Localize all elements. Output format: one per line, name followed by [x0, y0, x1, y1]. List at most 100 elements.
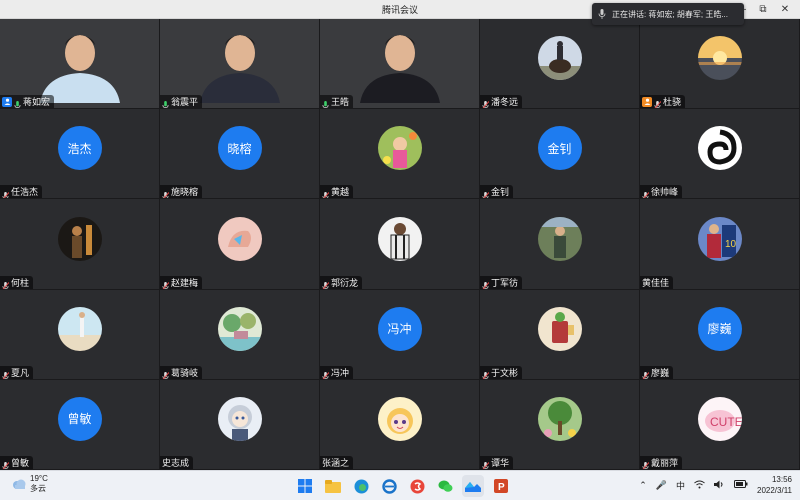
participant-tile[interactable]: 黄越: [320, 109, 480, 200]
avatar: 晓榕: [217, 126, 262, 171]
participant-tile[interactable]: 浩杰 任浩杰: [0, 109, 160, 200]
avatar: 廖巍: [697, 306, 742, 351]
participant-name: 丁军彷: [491, 277, 519, 288]
participant-tile[interactable]: 史志成: [160, 379, 320, 470]
wechat-icon[interactable]: [434, 475, 456, 497]
restore-icon[interactable]: ⧉: [752, 0, 774, 19]
participant-tile[interactable]: 金钊 金钊: [480, 109, 640, 200]
weather-temp: 19°C: [30, 474, 48, 483]
volume-icon[interactable]: [714, 480, 725, 491]
participant-tile[interactable]: 潘冬远: [480, 19, 640, 110]
microphone-muted-icon: [322, 278, 330, 289]
name-tag: 何柱: [0, 275, 34, 289]
participant-video: [195, 23, 285, 108]
participant-tile[interactable]: 于文彬: [480, 289, 640, 380]
cartoon-girl-avatar: [377, 396, 422, 441]
microphone-muted-icon: [162, 278, 170, 289]
taskbar: 19°C 多云 P ⌃ 🎤 中 13:56 2022/3/11: [0, 470, 800, 500]
participant-tile[interactable]: 曾敏 曾敏: [0, 379, 160, 470]
name-tag: 黄越: [320, 185, 354, 199]
participant-tile[interactable]: 夏凡: [0, 289, 160, 380]
participant-name: 黄佳佳: [642, 277, 670, 288]
sogou-icon[interactable]: [406, 475, 428, 497]
participant-name: 史志成: [162, 457, 190, 468]
participant-name: 冯冲: [331, 367, 350, 378]
name-tag: 冯冲: [320, 365, 354, 379]
participant-tile[interactable]: 丁军彷: [480, 199, 640, 290]
weather-widget[interactable]: 19°C 多云: [12, 474, 48, 494]
participant-video: [355, 23, 445, 108]
name-tag: 徐帅峰: [640, 185, 683, 199]
microphone-muted-icon: [162, 368, 170, 379]
participant-name: 王皓: [331, 97, 350, 108]
name-tag: 任浩杰: [0, 185, 43, 199]
participant-tile[interactable]: 徐帅峰: [640, 109, 800, 200]
participant-tile[interactable]: 冯冲 冯冲: [320, 289, 480, 380]
participant-tile[interactable]: 廖巍 廖巍: [640, 289, 800, 380]
participant-name: 何柱: [11, 277, 30, 288]
participant-tile[interactable]: 蒋如宏: [0, 19, 160, 110]
participant-tile[interactable]: 葛骑岐: [160, 289, 320, 380]
name-tag: 杜骁: [640, 95, 686, 109]
participant-tile[interactable]: 晓榕 施晓榕: [160, 109, 320, 200]
speaking-text: 正在讲话: 蒋如宏; 胡春军; 王皓...: [612, 9, 729, 19]
name-tag: 黄佳佳: [640, 275, 674, 289]
name-tag: 葛骑岐: [160, 365, 203, 379]
jersey-player-avatar: [377, 216, 422, 261]
microphone-tray-icon[interactable]: 🎤: [656, 480, 667, 491]
avatar: 曾敏: [57, 396, 102, 441]
clock-date: 2022/3/11: [757, 486, 792, 495]
participant-tile[interactable]: 谭华: [480, 379, 640, 470]
ime-indicator[interactable]: 中: [676, 479, 685, 492]
tencent-meeting-icon[interactable]: [462, 475, 484, 497]
meeting-window: 腾讯会议 — ⧉ ✕ 正在讲话: 蒋如宏; 胡春军; 王皓... 蒋如宏翁震平王…: [0, 0, 800, 500]
participant-name: 于文彬: [491, 367, 519, 378]
participant-name: 张涵之: [322, 457, 350, 468]
microphone-muted-icon: [162, 187, 170, 199]
close-icon[interactable]: ✕: [774, 0, 796, 19]
participant-tile[interactable]: 何柱: [0, 199, 160, 290]
participant-name: 郭衍龙: [331, 277, 359, 288]
participant-tile[interactable]: 张涵之: [320, 379, 480, 470]
participant-tile[interactable]: 翁震平: [160, 19, 320, 110]
system-tray: ⌃ 🎤 中 13:56 2022/3/11: [639, 474, 792, 496]
outdoor-person-avatar: [537, 216, 582, 261]
microphone-on-icon: [322, 97, 329, 109]
microphone-muted-icon: [2, 368, 10, 379]
microphone-muted-icon: [482, 368, 490, 379]
taskbar-clock[interactable]: 13:56 2022/3/11: [757, 474, 792, 496]
name-tag: 张涵之: [320, 455, 354, 469]
name-tag: 蒋如宏: [0, 95, 55, 109]
participant-tile[interactable]: 郭衍龙: [320, 199, 480, 290]
svg-text:10: 10: [725, 239, 737, 250]
chevron-up-icon[interactable]: ⌃: [639, 480, 647, 491]
participant-grid: 蒋如宏 翁震平 王皓 潘冬远 杜骁浩杰 任浩杰 晓榕 施晓榕 黄越 金钊 金钊 徐帅峰何柱 赵建梅 郭衍龙…: [0, 19, 800, 470]
microphone-on-icon: [162, 97, 169, 109]
cloud-icon: [13, 479, 26, 489]
participant-name: 杜骁: [663, 97, 682, 108]
file-explorer-icon[interactable]: [322, 475, 344, 497]
participant-name: 潘冬远: [491, 97, 519, 108]
battery-icon[interactable]: [734, 480, 748, 490]
microphone-muted-icon: [482, 97, 490, 109]
participant-tile[interactable]: 杜骁: [640, 19, 800, 110]
participant-name: 曾敏: [11, 457, 30, 468]
participant-tile[interactable]: 王皓: [320, 19, 480, 110]
avatar: 金钊: [537, 126, 582, 171]
svg-text:CUTE: CUTE: [710, 415, 742, 429]
windows-start-icon[interactable]: [294, 475, 316, 497]
wifi-icon[interactable]: [694, 480, 705, 491]
participant-tile[interactable]: 赵建梅: [160, 199, 320, 290]
participant-name: 谭华: [491, 457, 510, 468]
powerpoint-icon[interactable]: P: [490, 475, 512, 497]
sunset-avatar: [697, 36, 742, 81]
beach-avatar: [57, 306, 102, 351]
name-tag: 王皓: [320, 95, 354, 109]
participant-name: 夏凡: [11, 367, 30, 378]
edge-browser-icon[interactable]: [350, 475, 372, 497]
tree-garden-avatar: [537, 396, 582, 441]
participant-tile[interactable]: CUTE 戴丽萍: [640, 379, 800, 470]
participant-tile[interactable]: 10 黄佳佳: [640, 199, 800, 290]
microphone-icon: [598, 9, 606, 19]
ie-browser-icon[interactable]: [378, 475, 400, 497]
